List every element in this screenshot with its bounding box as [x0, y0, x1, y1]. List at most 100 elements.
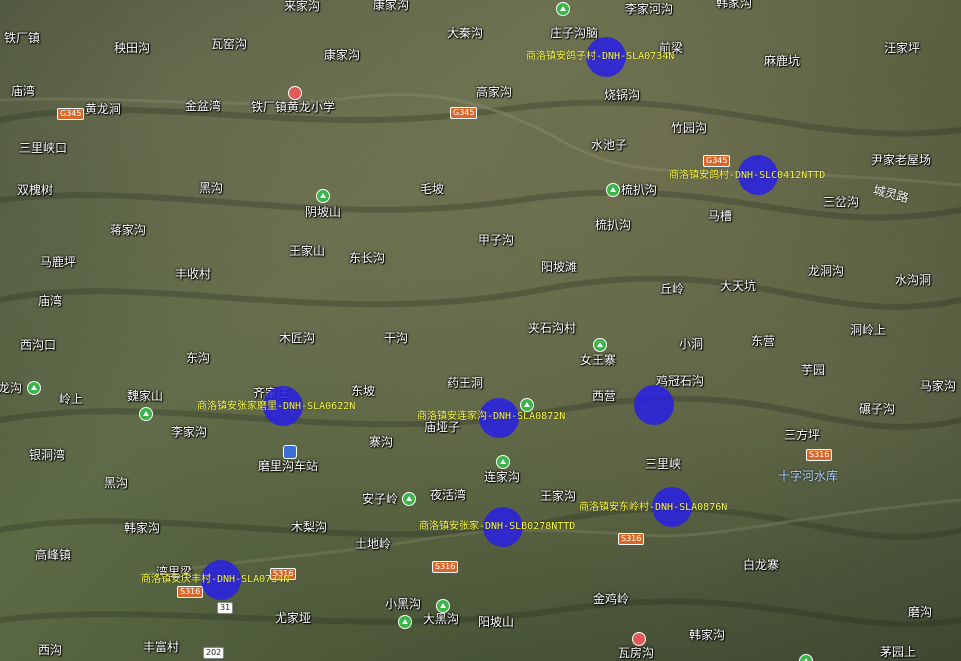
highway-shield: G345: [703, 155, 731, 167]
scenic-poi-icon[interactable]: [799, 654, 813, 661]
place-label: 铁厂镇黄龙小学: [251, 100, 336, 114]
place-label: 东长沟: [349, 251, 386, 265]
place-label: 洞岭上: [850, 323, 887, 337]
place-label: 东营: [751, 334, 776, 348]
place-label: 黑沟: [199, 181, 224, 195]
place-label: 三方坪: [784, 428, 821, 442]
site-label[interactable]: 商洛镇安鸽子村-DNH-SLA0734N: [526, 51, 674, 63]
place-label: 庄子沟脑: [550, 26, 599, 40]
scenic-poi-icon[interactable]: [27, 381, 41, 395]
highway-shield: S316: [177, 586, 204, 598]
scenic-poi-icon[interactable]: [316, 189, 330, 203]
place-label: 白龙寨: [743, 558, 780, 572]
place-label: 李家沟: [171, 425, 208, 439]
base-station-marker[interactable]: [634, 385, 674, 425]
school-icon[interactable]: [288, 86, 302, 100]
place-label: 土地岭: [355, 537, 392, 551]
place-label: 三岔沟: [823, 195, 860, 209]
place-label: 水沟洞: [895, 273, 932, 287]
place-label: 烧锅沟: [604, 88, 641, 102]
highway-shield: S316: [618, 533, 645, 545]
place-label: 甲子沟: [478, 233, 515, 247]
place-label: 磨沟: [908, 605, 933, 619]
place-label: 夜活湾: [430, 488, 467, 502]
place-label: 银洞湾: [29, 448, 66, 462]
site-label[interactable]: 商洛镇安鸽村-DNH-SLC0412NTTD: [669, 170, 825, 182]
place-label: 磨里沟车站: [258, 459, 319, 473]
building-icon[interactable]: [632, 632, 646, 646]
highway-shield: S316: [432, 561, 459, 573]
place-label: 东沟: [186, 351, 211, 365]
scenic-poi-icon[interactable]: [606, 183, 620, 197]
site-label[interactable]: 商洛镇安东岭村-DNH-SLA0876N: [579, 502, 727, 514]
place-label: 双槐树: [17, 183, 54, 197]
site-label[interactable]: 商洛镇安张家-DNH-SLB0278NTTD: [419, 521, 575, 533]
place-label: 尤家垭: [275, 611, 312, 625]
satellite-map[interactable]: 铁厂镇 来家沟 康家沟 李家河沟 韩家沟 庄子沟脑 大秦沟 秧田沟 瓦窑沟 康家…: [0, 0, 961, 661]
scenic-poi-icon[interactable]: [520, 398, 534, 412]
place-label: 大秦沟: [447, 26, 484, 40]
place-label: 来家沟: [284, 0, 321, 13]
place-label: 韩家沟: [124, 521, 161, 535]
scenic-poi-icon[interactable]: [436, 599, 450, 613]
place-label: 王家山: [289, 244, 326, 258]
place-label: 东坡: [351, 384, 376, 398]
place-label: 庙湾: [38, 294, 63, 308]
place-label: 阴坡山: [305, 205, 342, 219]
highway-shield: G345: [57, 108, 85, 120]
place-label: 高家沟: [476, 85, 513, 99]
place-label: 韩家沟: [689, 628, 726, 642]
place-label: 高峰镇: [35, 548, 72, 562]
place-label: 瓦房沟: [618, 646, 655, 660]
place-label: 阳坡山: [478, 615, 515, 629]
bus-station-icon[interactable]: [283, 445, 297, 459]
scenic-poi-icon[interactable]: [593, 338, 607, 352]
site-label[interactable]: 商洛镇安张家磨里-DNH-SLA0622N: [197, 401, 355, 413]
place-label: 汪家坪: [884, 41, 921, 55]
highway-shield: G345: [450, 107, 478, 119]
scenic-poi-icon[interactable]: [496, 455, 510, 469]
place-label: 麻鹿坑: [764, 54, 801, 68]
place-label: 金鸡岭: [593, 592, 630, 606]
place-label: 魏家山: [127, 389, 164, 403]
place-label: 丘岭: [660, 282, 685, 296]
place-label: 庙湾: [11, 84, 36, 98]
place-label: 韩家沟: [716, 0, 753, 10]
place-label: 木梨沟: [291, 520, 328, 534]
scenic-poi-icon[interactable]: [398, 615, 412, 629]
place-label: 岭上: [59, 392, 84, 406]
place-label: 金盆湾: [185, 99, 222, 113]
place-label: 尹家老屋场: [871, 153, 932, 167]
place-label: 秧田沟: [114, 41, 151, 55]
place-label: 康家沟: [324, 48, 361, 62]
place-label: 黑沟: [104, 476, 129, 490]
place-label: 水池子: [591, 138, 628, 152]
scenic-poi-icon[interactable]: [556, 2, 570, 16]
place-label: 芋园: [801, 363, 826, 377]
place-label: 李家河沟: [625, 2, 674, 16]
scenic-poi-icon[interactable]: [402, 492, 416, 506]
place-label: 梳扒沟: [621, 183, 658, 197]
place-label: 夹石沟村: [528, 321, 577, 335]
terrain-texture: [0, 93, 961, 628]
site-label[interactable]: 商洛镇安连家沟-DNH-SLA0872N: [417, 411, 565, 423]
site-label[interactable]: 商洛镇安庆丰村-DNH-SLA0734N: [141, 574, 289, 586]
place-label: 阳坡滩: [541, 260, 578, 274]
place-label: 瓦窑沟: [211, 37, 248, 51]
place-label: 小黑沟: [385, 597, 422, 611]
place-label: 连家沟: [484, 470, 521, 484]
place-label: 安子岭: [362, 492, 399, 506]
place-label: 女王寨: [580, 353, 617, 367]
place-label: 西沟口: [20, 338, 57, 352]
place-label: 龙沟: [0, 381, 23, 395]
place-label: 梳扒沟: [595, 218, 632, 232]
place-label: 碾子沟: [859, 402, 896, 416]
place-label: 马鹿坪: [40, 255, 77, 269]
place-label: 王家沟: [540, 489, 577, 503]
place-label: 鸡冠石沟: [656, 374, 705, 388]
scenic-poi-icon[interactable]: [139, 407, 153, 421]
place-label: 竹园沟: [671, 121, 708, 135]
place-label: 马家沟: [920, 379, 957, 393]
reservoir-label: 十字河水库: [778, 469, 839, 483]
place-label: 马槽: [708, 209, 733, 223]
